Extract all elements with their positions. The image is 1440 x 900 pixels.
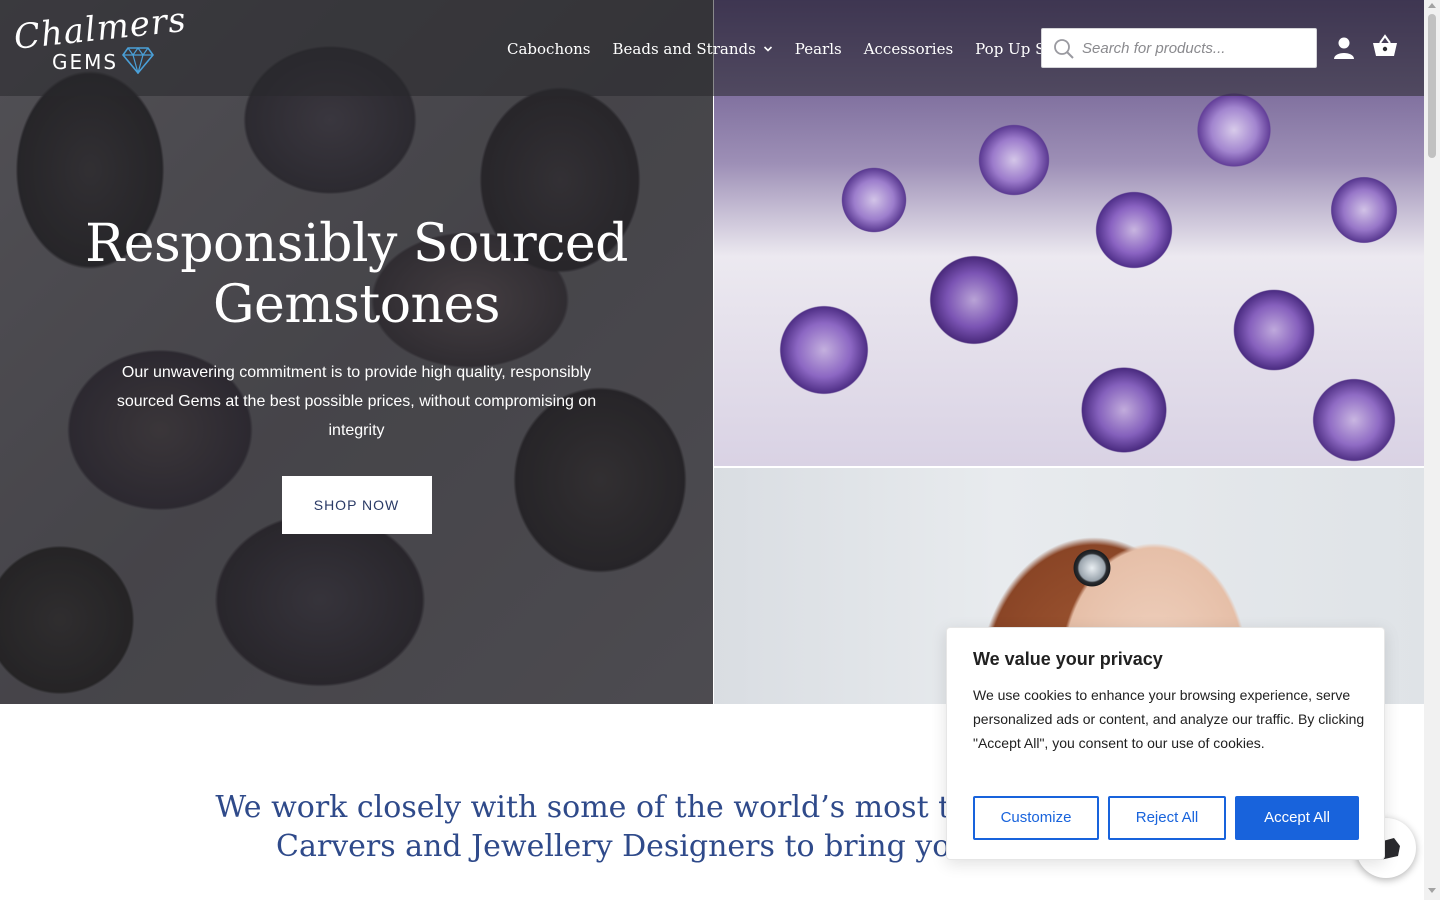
logo-gems: GEMS: [52, 50, 119, 74]
product-search: [1041, 28, 1317, 68]
nav-label: Pearls: [794, 40, 842, 58]
nav-label: Cabochons: [507, 40, 591, 58]
tagline-line: We work closely with some of the world’s…: [215, 790, 1045, 825]
hero-section: Responsibly Sourced Gemstones Our unwave…: [0, 0, 1424, 704]
search-input[interactable]: [1082, 29, 1312, 67]
scroll-thumb[interactable]: [1428, 14, 1436, 158]
main-nav: Cabochons Beads and Strands Pearls Acces…: [507, 38, 1074, 60]
reject-all-button[interactable]: Reject All: [1108, 796, 1226, 840]
hero-title: Responsibly Sourced Gemstones: [85, 214, 628, 335]
customize-button[interactable]: Customize: [973, 796, 1099, 840]
nav-accessories[interactable]: Accessories: [864, 38, 953, 60]
diamond-icon: [122, 46, 154, 74]
search-icon[interactable]: [1053, 38, 1075, 60]
cookie-title: We value your privacy: [973, 649, 1163, 669]
scroll-up-arrow[interactable]: [1428, 3, 1436, 8]
accept-all-button[interactable]: Accept All: [1235, 796, 1359, 840]
hero-subtitle: Our unwavering commitment is to provide …: [116, 364, 597, 439]
chevron-down-icon: [763, 46, 772, 52]
site-logo[interactable]: Chalmers GEMS: [12, 0, 188, 80]
nav-label: Beads and Strands: [612, 40, 756, 58]
loupe-image: [1040, 540, 1130, 610]
shop-now-button[interactable]: SHOP NOW: [281, 476, 432, 534]
site-header: Chalmers GEMS Cabochons Beads and Strand…: [0, 0, 1424, 96]
hero-text-block: Responsibly Sourced Gemstones Our unwave…: [0, 214, 713, 534]
user-icon[interactable]: [1333, 36, 1355, 60]
page-scrollbar[interactable]: [1424, 0, 1440, 900]
cookie-description: We use cookies to enhance your browsing …: [973, 687, 1365, 751]
cart-icon[interactable]: [1372, 34, 1398, 58]
nav-beads-and-strands[interactable]: Beads and Strands: [613, 38, 773, 60]
nav-label: Accessories: [863, 40, 954, 58]
tagline-line: Carvers and Jewellery Designers to bring…: [276, 829, 984, 864]
intro-tagline: We work closely with some of the world’s…: [190, 788, 1070, 866]
hero-divider: [713, 0, 714, 704]
nav-cabochons[interactable]: Cabochons: [507, 38, 591, 60]
nav-pearls[interactable]: Pearls: [795, 38, 842, 60]
scroll-down-arrow[interactable]: [1428, 888, 1436, 893]
hero-divider: [714, 466, 1424, 468]
cookie-consent-banner: We value your privacy We use cookies to …: [946, 627, 1385, 860]
